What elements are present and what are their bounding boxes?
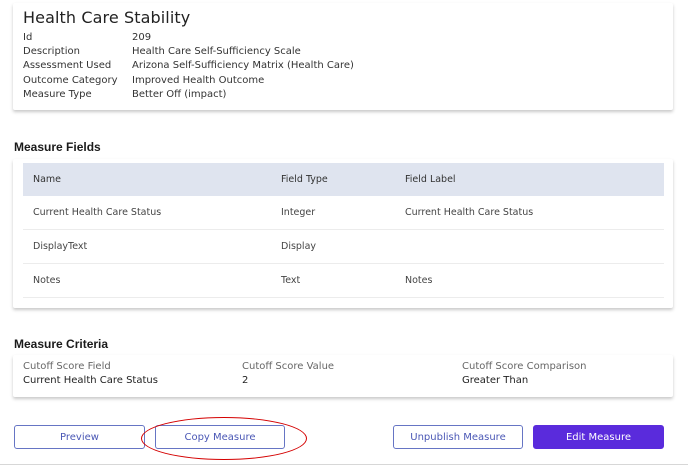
cell-field-type: Integer [281, 207, 316, 218]
unpublish-measure-button[interactable]: Unpublish Measure [393, 425, 523, 449]
cell-field-type: Text [281, 275, 301, 286]
measure-details: Id 209 Description Health Care Self-Suff… [23, 31, 354, 102]
detail-label: Measure Type [23, 88, 92, 100]
criteria-value: Greater Than [462, 375, 529, 386]
preview-button[interactable]: Preview [14, 425, 145, 449]
criteria-cutoff-field: Cutoff Score Field Current Health Care S… [23, 360, 158, 388]
page-title: Health Care Stability [23, 8, 191, 27]
detail-row-outcome-category: Outcome Category Improved Health Outcome [23, 74, 354, 88]
cell-name: DisplayText [33, 241, 88, 252]
measure-fields-card: Name Field Type Field Label Current Heal… [13, 159, 673, 308]
criteria-label: Cutoff Score Field [23, 361, 111, 372]
measure-fields-table: Name Field Type Field Label Current Heal… [23, 163, 664, 298]
table-row[interactable]: Notes Text Notes [23, 264, 664, 298]
criteria-cutoff-value: Cutoff Score Value 2 [242, 360, 334, 388]
criteria-value: Current Health Care Status [23, 375, 158, 386]
cell-field-type: Display [281, 241, 317, 252]
copy-measure-button[interactable]: Copy Measure [155, 425, 285, 449]
section-title-measure-fields: Measure Fields [14, 140, 101, 154]
detail-row-id: Id 209 [23, 31, 354, 45]
column-header-field-label[interactable]: Field Label [405, 174, 664, 185]
cell-field-label: Notes [405, 275, 433, 286]
section-title-measure-criteria: Measure Criteria [14, 337, 109, 351]
column-header-name[interactable]: Name [23, 174, 281, 185]
cell-field-label: Current Health Care Status [405, 207, 534, 218]
detail-value: Arizona Self-Sufficiency Matrix (Health … [132, 60, 354, 72]
table-header-row: Name Field Type Field Label [23, 163, 664, 196]
detail-label: Description [23, 46, 80, 58]
column-header-field-type[interactable]: Field Type [281, 174, 405, 185]
detail-row-description: Description Health Care Self-Sufficiency… [23, 45, 354, 59]
table-row[interactable]: Current Health Care Status Integer Curre… [23, 196, 664, 230]
detail-label: Outcome Category [23, 74, 118, 86]
table-row[interactable]: DisplayText Display [23, 230, 664, 264]
criteria-cutoff-comparison: Cutoff Score Comparison Greater Than [462, 360, 587, 388]
criteria-label: Cutoff Score Comparison [462, 361, 587, 372]
cell-name: Current Health Care Status [33, 207, 162, 218]
measure-criteria-card: Cutoff Score Field Current Health Care S… [13, 355, 673, 397]
detail-value: Improved Health Outcome [132, 74, 265, 86]
detail-label: Assessment Used [23, 60, 112, 72]
detail-value: Better Off (impact) [132, 88, 227, 100]
detail-value: 209 [132, 32, 152, 43]
bottom-divider [0, 464, 688, 465]
detail-label: Id [23, 32, 33, 43]
criteria-label: Cutoff Score Value [242, 361, 335, 372]
detail-row-measure-type: Measure Type Better Off (impact) [23, 88, 354, 102]
criteria-value: 2 [242, 375, 249, 386]
detail-value: Health Care Self-Sufficiency Scale [132, 46, 301, 58]
measure-summary-card: Health Care Stability Id 209 Description… [13, 3, 673, 110]
detail-row-assessment: Assessment Used Arizona Self-Sufficiency… [23, 59, 354, 73]
edit-measure-button[interactable]: Edit Measure [533, 425, 664, 449]
cell-name: Notes [33, 275, 61, 286]
